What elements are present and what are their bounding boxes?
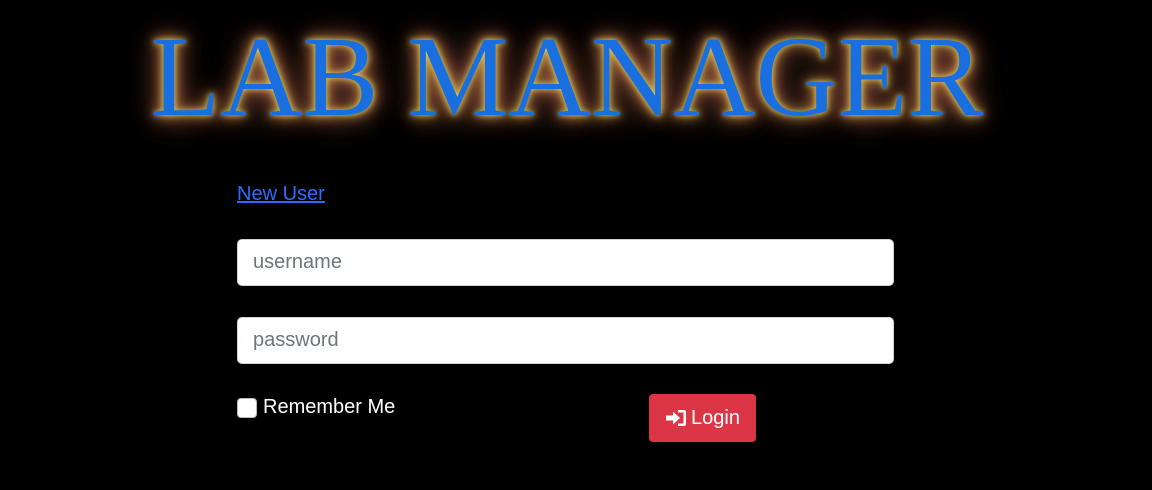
new-user-link[interactable]: New User (237, 181, 325, 207)
login-button-label: Login (691, 406, 740, 429)
password-input[interactable] (237, 317, 894, 364)
login-page: LAB MANAGER New User Remember Me Login (0, 0, 1152, 490)
remember-me-checkbox[interactable] (237, 397, 257, 418)
app-title: LAB MANAGER (150, 13, 984, 140)
remember-me-label: Remember Me (263, 396, 396, 418)
login-button[interactable]: Login (649, 394, 756, 442)
username-input[interactable] (237, 239, 894, 286)
remember-me[interactable]: Remember Me (237, 396, 395, 419)
sign-in-icon (665, 409, 687, 427)
